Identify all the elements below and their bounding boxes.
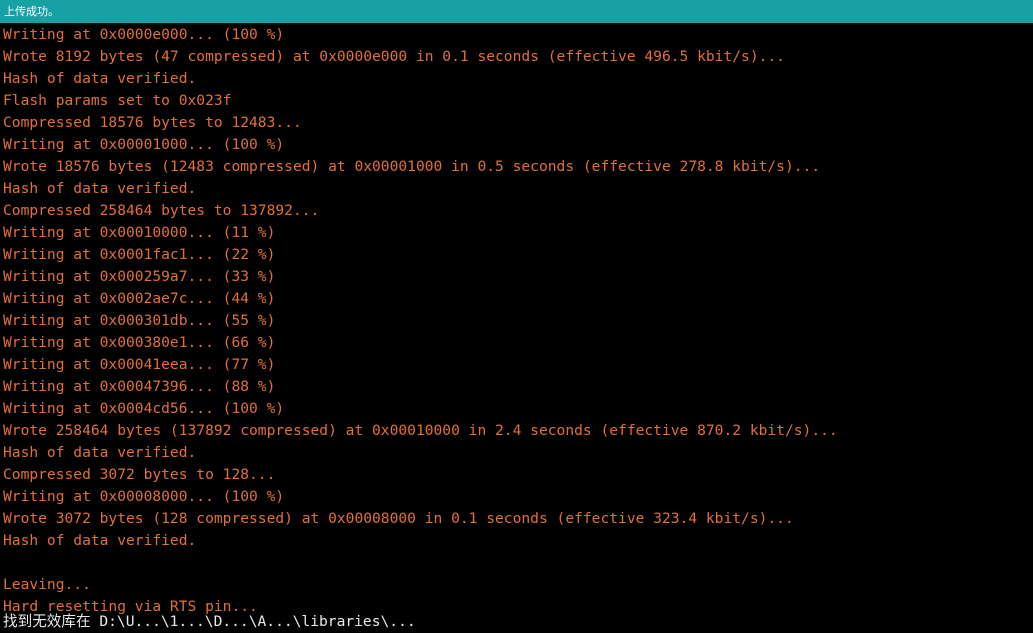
console-line: Flash params set to 0x023f	[3, 92, 232, 109]
console-line: Hash of data verified.	[3, 70, 197, 87]
console-line: Hash of data verified.	[3, 444, 197, 461]
console-line: Compressed 3072 bytes to 128...	[3, 466, 276, 483]
console-line: Wrote 258464 bytes (137892 compressed) a…	[3, 422, 838, 439]
console-output[interactable]: Writing at 0x0000e000... (100 %) Wrote 8…	[0, 23, 1033, 633]
console-line: Hash of data verified.	[3, 532, 197, 549]
console-line: Leaving...	[3, 576, 91, 593]
console-line: Writing at 0x0001fac1... (22 %)	[3, 246, 276, 263]
console-line: Writing at 0x00047396... (88 %)	[3, 378, 276, 395]
console-line: Writing at 0x000380e1... (66 %)	[3, 334, 276, 351]
upload-status-bar: 上传成功。	[0, 0, 1033, 23]
console-line: Writing at 0x0004cd56... (100 %)	[3, 400, 285, 417]
console-line: Wrote 8192 bytes (47 compressed) at 0x00…	[3, 48, 785, 65]
console-line: Writing at 0x0000e000... (100 %)	[3, 26, 285, 43]
console-line: Wrote 18576 bytes (12483 compressed) at …	[3, 158, 821, 175]
console-line: Wrote 3072 bytes (128 compressed) at 0x0…	[3, 510, 794, 527]
console-line: Writing at 0x00010000... (11 %)	[3, 224, 276, 241]
console-lines: Writing at 0x0000e000... (100 %) Wrote 8…	[3, 24, 838, 618]
console-line: Writing at 0x000259a7... (33 %)	[3, 268, 276, 285]
console-line: Writing at 0x00001000... (100 %)	[3, 136, 285, 153]
console-line: Writing at 0x00008000... (100 %)	[3, 488, 285, 505]
console-line: Compressed 258464 bytes to 137892...	[3, 202, 320, 219]
console-line: Hash of data verified.	[3, 180, 197, 197]
upload-status-message: 上传成功。	[4, 5, 59, 18]
console-line: Writing at 0x0002ae7c... (44 %)	[3, 290, 276, 307]
console-line: Compressed 18576 bytes to 12483...	[3, 114, 302, 131]
console-partial-line: 找到无效库在 D:\U...\1...\D...\A...\libraries\…	[3, 613, 416, 630]
console-line: Writing at 0x00041eea... (77 %)	[3, 356, 276, 373]
console-line: Writing at 0x000301db... (55 %)	[3, 312, 276, 329]
